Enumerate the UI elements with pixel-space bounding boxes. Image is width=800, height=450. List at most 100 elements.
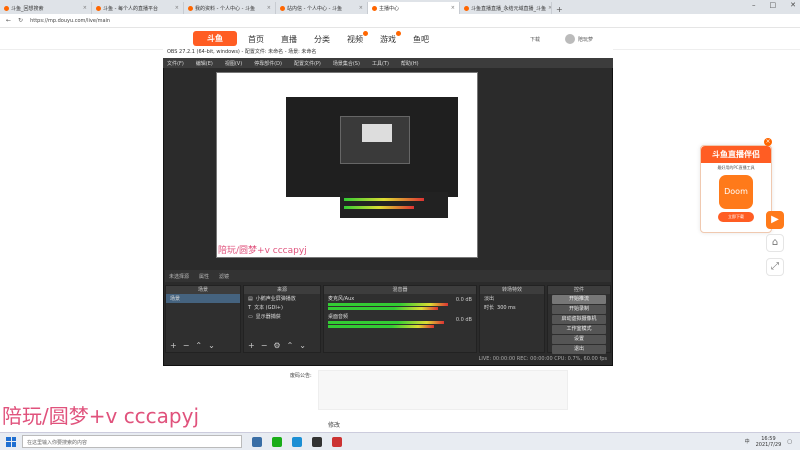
dock-header: 转场特效 (480, 286, 544, 294)
new-tab-icon[interactable]: + (552, 5, 567, 14)
tab-title: 我的资料 - 个人中心 - 斗鱼 (195, 5, 255, 12)
source-item[interactable]: T 文本 (GDI+) (244, 303, 320, 312)
maximize-icon[interactable]: □ (770, 1, 777, 9)
up-icon[interactable]: ⌃ (287, 341, 294, 350)
close-tab-icon[interactable]: × (83, 5, 87, 11)
nav-video[interactable]: 视频 (347, 31, 368, 45)
menu-edit[interactable]: 编辑(E) (196, 60, 213, 67)
refresh-icon[interactable]: ↻ (18, 17, 23, 24)
exit-button[interactable]: 退出 (552, 345, 606, 354)
source-item[interactable]: ▤ 小鹅声业屏弹播放 (244, 294, 320, 303)
tab-title: 站内信 - 个人中心 - 斗鱼 (287, 5, 342, 12)
remove-icon[interactable]: − (261, 341, 268, 350)
source-label: 显示器捕获 (255, 314, 281, 320)
dock-header: 控件 (548, 286, 610, 294)
scene-item[interactable]: 场景 (166, 294, 240, 303)
close-tab-icon[interactable]: × (451, 5, 455, 11)
menu-help[interactable]: 帮助(H) (401, 60, 419, 67)
down-icon[interactable]: ⌄ (299, 341, 306, 350)
announcement-input[interactable] (318, 370, 568, 410)
download-link[interactable]: 下载 (530, 36, 540, 43)
ad-subtitle: 最好用的PC直播工具 (717, 165, 755, 170)
properties-button[interactable]: 属性 (199, 273, 209, 280)
download-ad-card[interactable]: 斗鱼直播伴侣 最好用的PC直播工具 Doom 立即下载 (700, 145, 772, 233)
filters-button[interactable]: 滤镜 (219, 273, 229, 280)
browser-tab[interactable]: 我的资料 - 个人中心 - 斗鱼 × (184, 2, 276, 14)
duration-input[interactable]: 300 ms (497, 305, 516, 311)
dock-header: 来源 (244, 286, 320, 294)
clock[interactable]: 16:59 2021/7/29 (756, 436, 782, 448)
nav-video-label: 视频 (347, 35, 363, 44)
site-favicon (96, 5, 101, 11)
virtual-camera-button[interactable]: 启动虚拟摄像机 (552, 315, 606, 324)
add-icon[interactable]: + (170, 341, 177, 350)
down-icon[interactable]: ⌄ (208, 341, 215, 350)
site-logo[interactable]: 斗鱼 (193, 31, 237, 46)
close-tab-icon[interactable]: × (175, 5, 179, 11)
nav-home[interactable]: 首页 (248, 34, 264, 45)
username[interactable]: 陪玩萝 (578, 36, 593, 43)
minimize-icon[interactable]: – (752, 1, 756, 9)
edge-icon[interactable] (292, 436, 302, 447)
browser-tab[interactable]: 斗鱼 - 每个人的直播平台 × (92, 2, 184, 14)
taskbar-search[interactable]: 在这里输入你要搜索的内容 (22, 435, 242, 448)
remove-icon[interactable]: − (183, 341, 190, 350)
menu-tools[interactable]: 工具(T) (372, 60, 389, 67)
audio-meter (328, 303, 448, 306)
settings-icon[interactable]: ⚙ (273, 341, 280, 350)
dock-header: 混音器 (324, 286, 476, 294)
taskbar: 在这里输入你要搜索的内容 中 16:59 2021/7/29 ▢ (0, 432, 800, 450)
browser-source-icon: ▤ (248, 295, 253, 302)
meter-bar (344, 206, 414, 209)
transitions-dock: 转场特效 淡出 时长 300 ms (479, 285, 545, 353)
source-toolbar: 未选择源 属性 滤镜 (165, 270, 611, 282)
modify-button[interactable]: 修改 (328, 420, 340, 429)
nav-category[interactable]: 分类 (314, 34, 330, 45)
home-icon[interactable]: ⌂ (766, 234, 784, 252)
windows-start-icon[interactable] (6, 436, 16, 447)
audio-meter (328, 325, 434, 328)
start-streaming-button[interactable]: 开始推流 (552, 295, 606, 304)
url-field[interactable]: https://mp.douyu.com/live/main (30, 18, 110, 24)
obs-menubar: 文件(F) 编辑(E) 视图(V) 停靠部件(D) 配置文件(P) 场景集合(S… (163, 58, 613, 68)
menu-view[interactable]: 视图(V) (225, 60, 242, 67)
obs-title: OBS 27.2.1 (64-bit, windows) - 配置文件: 未命名… (163, 46, 613, 58)
menu-docks[interactable]: 停靠部件(D) (254, 60, 282, 67)
avatar[interactable] (565, 34, 575, 44)
text-source-icon: T (248, 304, 252, 311)
site-favicon (464, 5, 469, 11)
start-recording-button[interactable]: 开始录制 (552, 305, 606, 314)
play-icon[interactable]: ▶ (766, 211, 784, 229)
ime-indicator[interactable]: 中 (745, 438, 750, 445)
ad-download-button[interactable]: 立即下载 (718, 212, 754, 222)
close-tab-icon[interactable]: × (359, 5, 363, 11)
obs-icon[interactable] (312, 436, 322, 447)
menu-scene-collection[interactable]: 场景集合(S) (333, 60, 360, 67)
studio-mode-button[interactable]: 工作室模式 (552, 325, 606, 334)
browser-tab[interactable]: 斗鱼直播直播_永结元域直播_斗鱼 × (460, 2, 552, 14)
menu-profile[interactable]: 配置文件(P) (294, 60, 321, 67)
notification-icon[interactable]: ▢ (787, 439, 792, 445)
browser-tab[interactable]: 斗鱼_回想搜索 × (0, 2, 92, 14)
nav-game[interactable]: 游戏 (380, 31, 401, 45)
app-icon[interactable] (332, 436, 342, 447)
transition-select[interactable]: 淡出 (480, 294, 544, 303)
menu-file[interactable]: 文件(F) (167, 60, 184, 67)
clock-date: 2021/7/29 (755, 441, 782, 448)
close-tab-icon[interactable]: × (267, 5, 271, 11)
source-item[interactable]: ▭ 显示器捕获 (244, 312, 320, 321)
back-icon[interactable]: ← (6, 17, 11, 24)
nav-live[interactable]: 直播 (281, 34, 297, 45)
browser-tab-active[interactable]: 主播中心 × (368, 2, 460, 14)
close-ad-icon[interactable]: × (764, 138, 772, 146)
nav-fishbar[interactable]: 鱼吧 (413, 34, 429, 45)
close-window-icon[interactable]: ✕ (790, 1, 796, 9)
audio-meter (328, 307, 438, 310)
task-view-icon[interactable] (252, 436, 262, 447)
settings-button[interactable]: 设置 (552, 335, 606, 344)
expand-icon[interactable]: ⤢ (766, 258, 784, 276)
add-icon[interactable]: + (248, 341, 255, 350)
up-icon[interactable]: ⌃ (195, 341, 202, 350)
wechat-icon[interactable] (272, 436, 282, 447)
browser-tab[interactable]: 站内信 - 个人中心 - 斗鱼 × (276, 2, 368, 14)
